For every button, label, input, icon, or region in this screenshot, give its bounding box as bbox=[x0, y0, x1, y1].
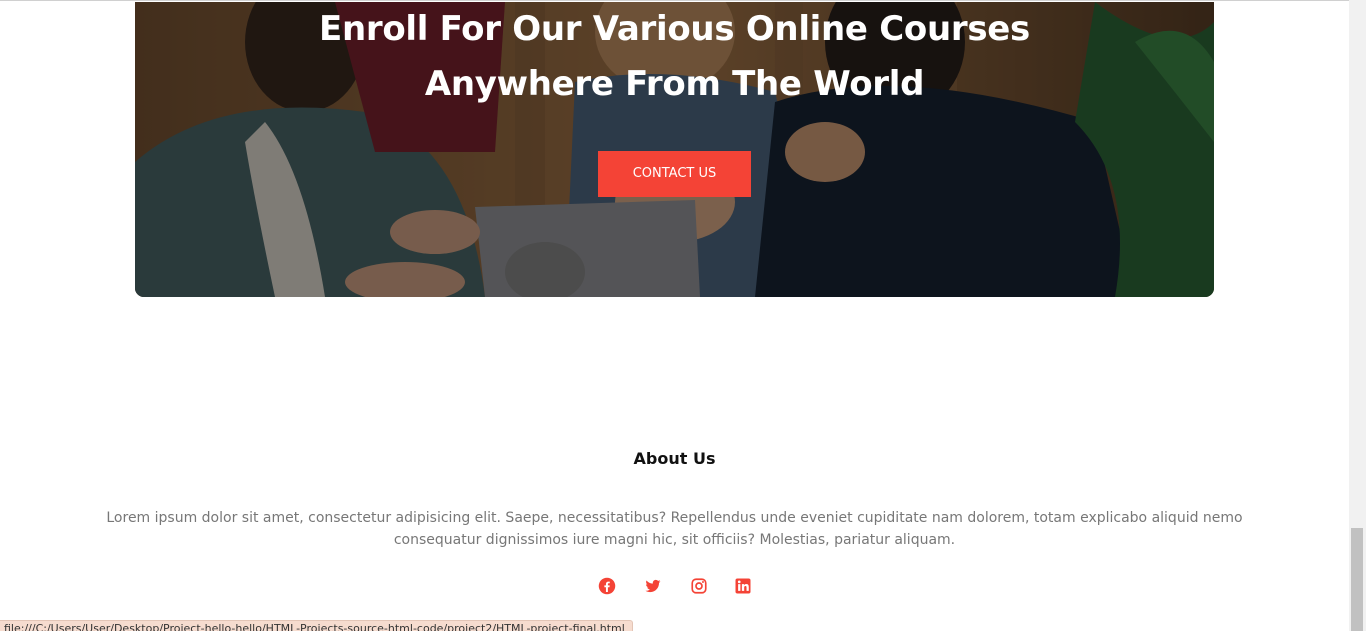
vertical-scrollbar[interactable] bbox=[1349, 0, 1366, 631]
instagram-icon[interactable] bbox=[690, 577, 708, 595]
social-links bbox=[0, 577, 1349, 597]
facebook-icon[interactable] bbox=[598, 577, 616, 595]
about-title: About Us bbox=[633, 449, 716, 468]
hero-title: Enroll For Our Various Online Courses An… bbox=[135, 2, 1214, 112]
twitter-icon[interactable] bbox=[644, 577, 662, 595]
browser-status-bar: file:///C:/Users/User/Desktop/Project-he… bbox=[0, 620, 633, 631]
top-divider bbox=[0, 0, 1349, 1]
linkedin-icon[interactable] bbox=[734, 577, 752, 595]
scrollbar-thumb[interactable] bbox=[1351, 528, 1363, 631]
hero-banner: Enroll For Our Various Online Courses An… bbox=[135, 2, 1214, 297]
hero-title-line-1: Enroll For Our Various Online Courses bbox=[319, 9, 1030, 49]
about-text: Lorem ipsum dolor sit amet, consectetur … bbox=[106, 510, 1243, 548]
hero-title-line-2: Anywhere From The World bbox=[424, 64, 925, 104]
contact-us-button[interactable]: CONTACT US bbox=[598, 151, 751, 197]
page: Enroll For Our Various Online Courses An… bbox=[0, 0, 1349, 631]
status-url: file:///C:/Users/User/Desktop/Project-he… bbox=[4, 622, 625, 631]
